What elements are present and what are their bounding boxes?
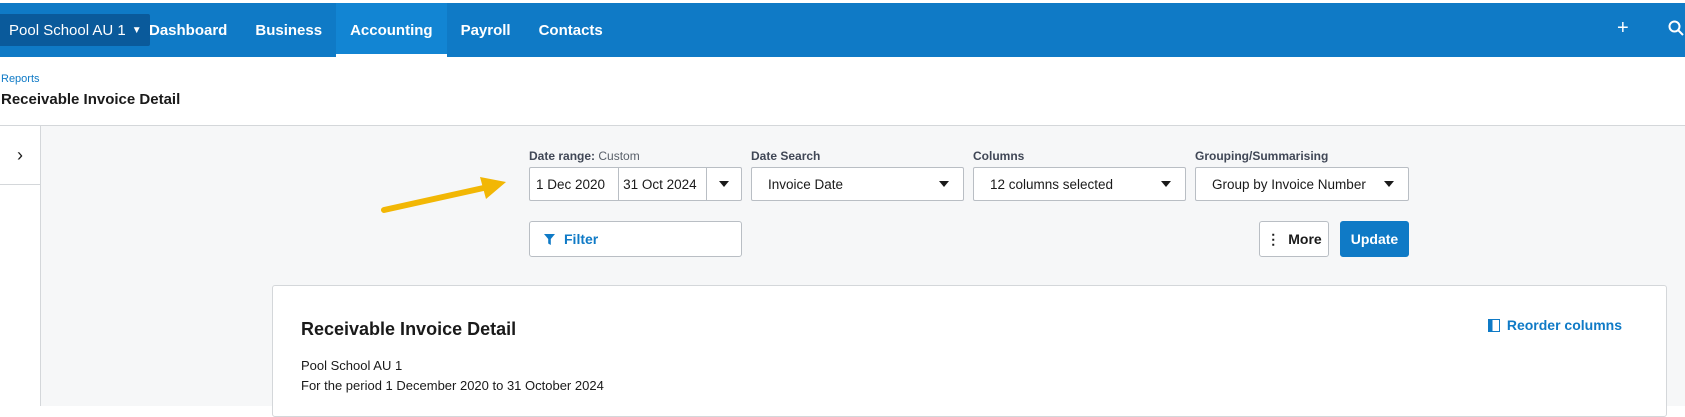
nav-contacts[interactable]: Contacts (525, 3, 617, 57)
breadcrumb-reports[interactable]: Reports (1, 73, 40, 85)
columns-select[interactable]: 12 columns selected (973, 167, 1186, 201)
chevron-down-icon (719, 181, 730, 187)
columns-label: Columns (973, 149, 1025, 163)
nav-business[interactable]: Business (241, 3, 336, 57)
more-button[interactable]: ⋮ More (1259, 221, 1329, 257)
chevron-down-icon (939, 181, 949, 187)
report-card: Receivable Invoice Detail Pool School AU… (272, 285, 1667, 417)
date-search-value: Invoice Date (768, 176, 844, 192)
reorder-columns-label: Reorder columns (1506, 317, 1622, 333)
grouping-value: Group by Invoice Number (1212, 176, 1366, 192)
filter-icon (544, 233, 555, 245)
date-range-field: 1 Dec 2020 31 Oct 2024 (529, 167, 742, 201)
sidebar-expand-button[interactable]: › (0, 126, 40, 185)
chevron-down-icon (1384, 181, 1394, 187)
date-search-label: Date Search (751, 149, 821, 163)
top-navigation-bar: Pool School AU 1 ▼ Dashboard Business Ac… (0, 3, 1685, 57)
grouping-label: Grouping/Summarising (1195, 149, 1329, 163)
org-switcher[interactable]: Pool School AU 1 ▼ (0, 14, 150, 46)
filter-button[interactable]: Filter (529, 221, 742, 257)
columns-value: 12 columns selected (990, 176, 1114, 192)
update-button[interactable]: Update (1340, 221, 1409, 257)
date-to-input[interactable]: 31 Oct 2024 (618, 168, 706, 200)
columns-icon (1487, 318, 1500, 332)
chevron-right-icon: › (17, 144, 23, 165)
nav-accounting[interactable]: Accounting (336, 3, 447, 57)
more-button-label: More (1288, 231, 1322, 247)
date-range-dropdown[interactable] (706, 168, 741, 200)
date-from-input[interactable]: 1 Dec 2020 (530, 168, 618, 200)
nav-payroll[interactable]: Payroll (447, 3, 525, 57)
date-search-select[interactable]: Invoice Date (751, 167, 964, 201)
reorder-columns-button[interactable]: Reorder columns (1487, 317, 1622, 333)
page-title: Receivable Invoice Detail (1, 91, 181, 108)
main-nav: Dashboard Business Accounting Payroll Co… (135, 3, 617, 57)
report-period: For the period 1 December 2020 to 31 Oct… (301, 378, 604, 393)
search-icon[interactable] (1668, 19, 1684, 42)
annotation-arrow-icon (381, 177, 506, 213)
date-range-label: Date range: Custom (529, 149, 640, 163)
grouping-select[interactable]: Group by Invoice Number (1195, 167, 1409, 201)
sidebar: › (0, 126, 41, 406)
plus-icon[interactable]: + (1617, 17, 1629, 40)
date-range-mode: Custom (598, 149, 640, 163)
chevron-down-icon (1161, 181, 1171, 187)
report-org-name: Pool School AU 1 (301, 358, 403, 373)
filter-button-label: Filter (564, 231, 599, 247)
org-name: Pool School AU 1 (9, 21, 126, 39)
more-vertical-icon: ⋮ (1266, 231, 1281, 247)
report-title: Receivable Invoice Detail (301, 319, 517, 339)
nav-dashboard[interactable]: Dashboard (135, 3, 241, 57)
